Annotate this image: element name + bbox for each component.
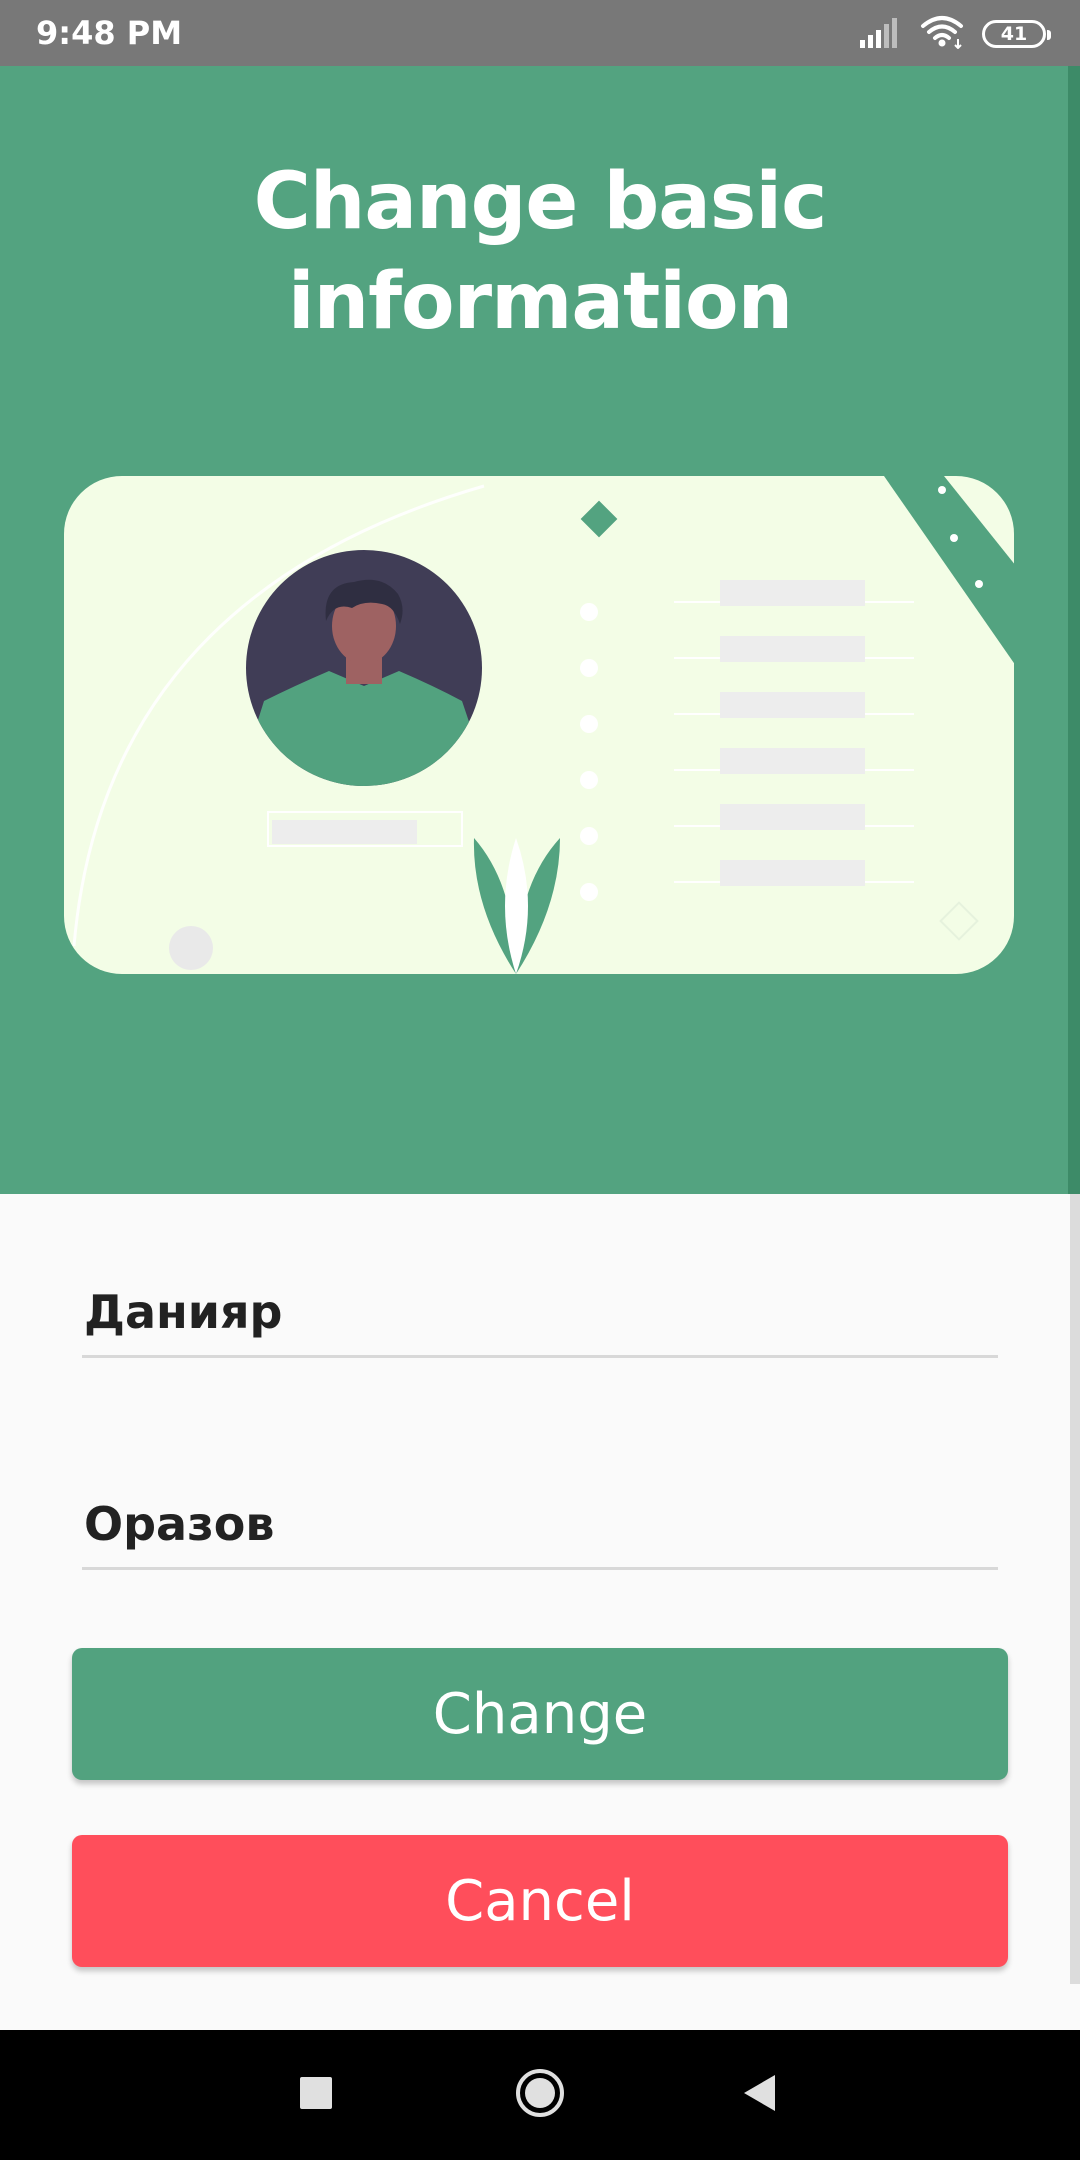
status-bar: 9:48 PM 41: [0, 0, 1080, 66]
last-name-input[interactable]: [82, 1480, 998, 1570]
profile-card-illustration: [64, 476, 1014, 974]
home-button[interactable]: [500, 2055, 580, 2135]
scroll-indicator-top: [1068, 66, 1080, 1194]
back-button[interactable]: [720, 2055, 800, 2135]
wifi-icon: [920, 15, 966, 53]
cancel-button[interactable]: Cancel: [72, 1835, 1008, 1967]
signal-icon: [860, 16, 904, 52]
first-name-input[interactable]: [82, 1268, 998, 1358]
page-title: Change basic information: [253, 157, 828, 347]
header-banner: Change basic information: [0, 66, 1080, 1194]
battery-level: 41: [1000, 23, 1028, 45]
back-icon: [742, 2074, 778, 2116]
status-icons: 41: [860, 14, 1051, 54]
navigation-bar: [0, 2030, 1080, 2160]
scrollbar[interactable]: [1070, 1194, 1080, 1984]
home-icon: [514, 2067, 566, 2123]
battery-icon: 41: [982, 20, 1051, 48]
recents-button[interactable]: [276, 2055, 356, 2135]
status-time: 9:48 PM: [36, 14, 183, 52]
change-button[interactable]: Change: [72, 1648, 1008, 1780]
recents-icon: [299, 2076, 333, 2114]
cancel-button-label: Cancel: [445, 1868, 635, 1934]
change-button-label: Change: [432, 1681, 648, 1747]
